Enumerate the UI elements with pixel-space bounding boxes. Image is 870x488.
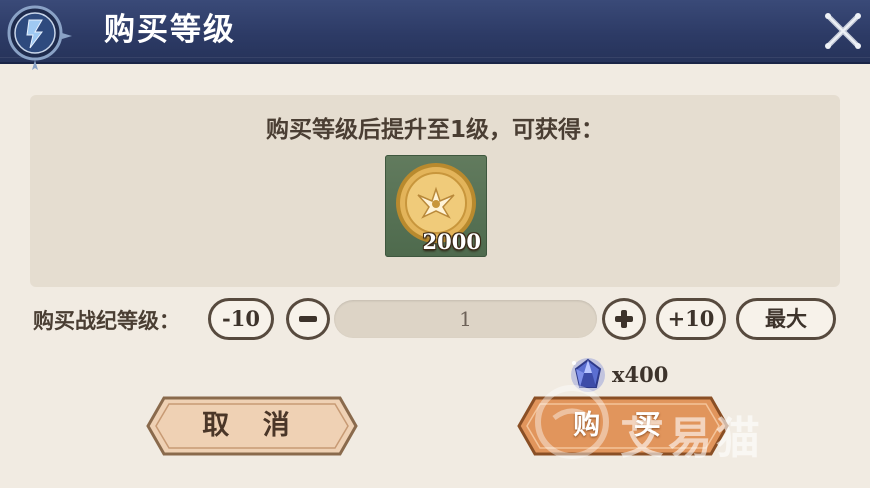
quantity-input[interactable]: 1: [334, 300, 597, 338]
cost-amount: x400: [612, 362, 669, 387]
close-icon[interactable]: [818, 6, 868, 56]
cancel-button-label: 取 消: [202, 410, 302, 441]
minus-10-button[interactable]: -10: [208, 298, 274, 340]
increment-button[interactable]: [602, 298, 646, 340]
reward-count: 2000: [422, 229, 481, 254]
dialog-title: 购买等级: [104, 12, 236, 48]
cancel-button[interactable]: 取 消: [142, 390, 362, 462]
reward-item[interactable]: 2000: [385, 155, 487, 257]
plus-10-button[interactable]: +10: [656, 298, 726, 340]
plus-icon: [615, 310, 633, 328]
buy-button-label: 购 买: [573, 410, 673, 441]
emblem-icon: [7, 5, 72, 70]
reward-heading: 购买等级后提升至1级，可获得：: [265, 117, 604, 143]
quantity-label: 购买战纪等级：: [33, 309, 180, 333]
minus-icon: [299, 316, 317, 322]
buy-button[interactable]: 购 买: [513, 390, 733, 462]
max-button[interactable]: 最大: [736, 298, 836, 340]
decrement-button[interactable]: [286, 298, 330, 340]
crystal-gem-icon: [571, 358, 605, 392]
reward-panel: 购买等级后提升至1级，可获得： 2000: [30, 95, 840, 287]
